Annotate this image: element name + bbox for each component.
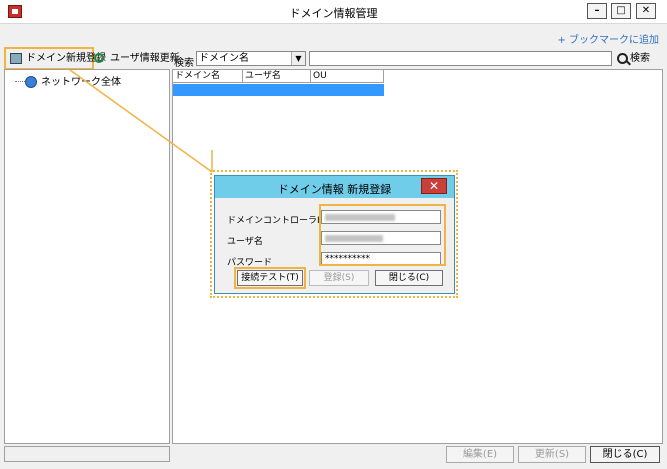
user-label: ユーザ名: [227, 237, 263, 247]
dialog-title-bar: ドメイン情報 新規登録 ✕: [215, 176, 454, 198]
fields-highlight: [319, 204, 446, 266]
register-button[interactable]: 登録(S): [309, 270, 369, 286]
new-domain-dialog: ドメイン情報 新規登録 ✕ ドメインコントローラIPアドレス ユーザ名 パスワー…: [214, 175, 455, 294]
dialog-close-button[interactable]: 閉じる(C): [375, 270, 443, 286]
connection-test-button[interactable]: 接続テスト(T): [237, 270, 303, 286]
dialog-close-icon[interactable]: ✕: [421, 178, 447, 194]
dialog-title: ドメイン情報 新規登録: [277, 183, 392, 196]
